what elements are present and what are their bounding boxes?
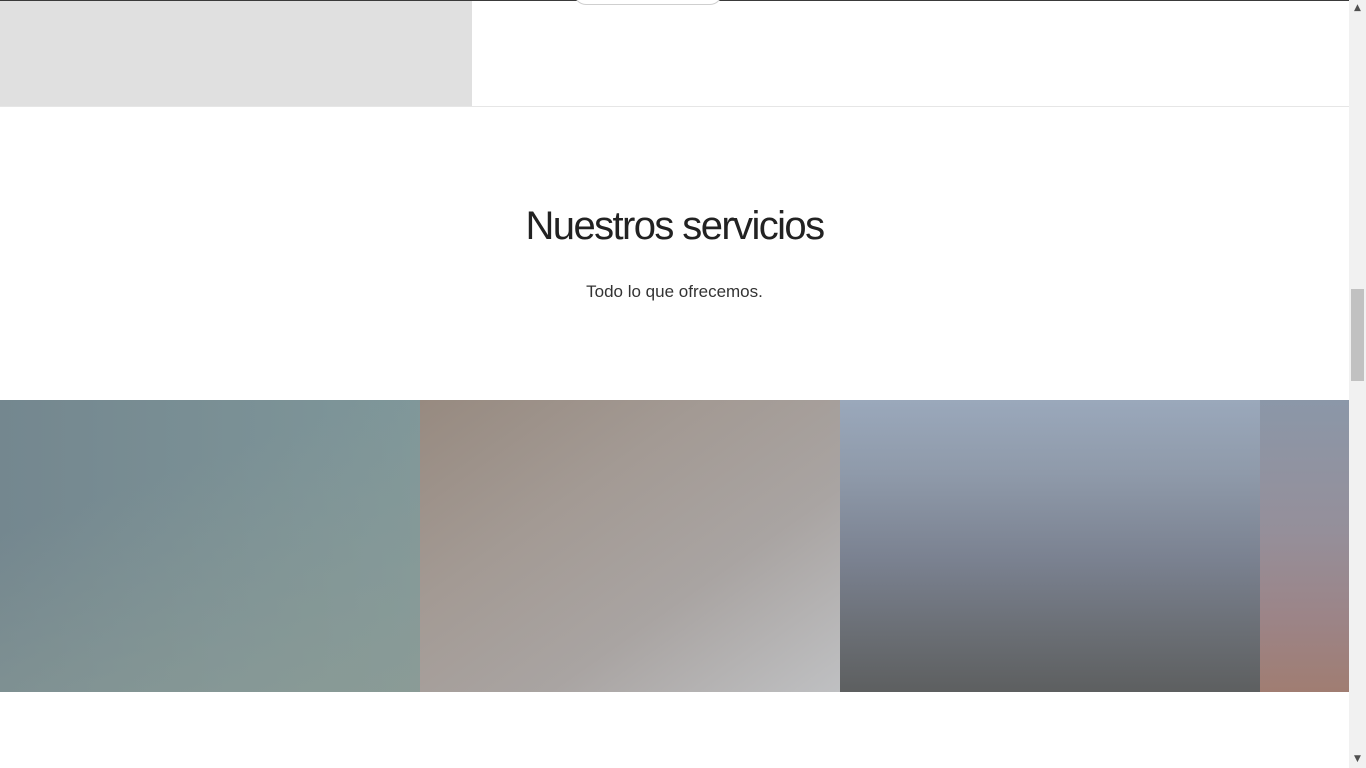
previous-section bbox=[0, 0, 1349, 107]
scrollbar-thumb[interactable] bbox=[1351, 289, 1364, 381]
service-card-image[interactable] bbox=[1260, 400, 1349, 692]
cut-off-button[interactable] bbox=[574, 0, 722, 5]
page-content: Nuestros servicios Todo lo que ofrecemos… bbox=[0, 0, 1349, 768]
service-card-image[interactable] bbox=[840, 400, 1260, 692]
scroll-down-icon[interactable]: ▼ bbox=[1349, 751, 1366, 768]
service-card-image[interactable] bbox=[0, 400, 420, 692]
services-gallery bbox=[0, 400, 1349, 692]
services-subtitle: Todo lo que ofrecemos. bbox=[586, 282, 763, 301]
browser-viewport: Nuestros servicios Todo lo que ofrecemos… bbox=[0, 0, 1366, 768]
image-placeholder bbox=[0, 1, 472, 106]
service-card-image[interactable] bbox=[420, 400, 840, 692]
vertical-scrollbar[interactable]: ▲ ▼ bbox=[1349, 0, 1366, 768]
services-heading: Nuestros servicios bbox=[525, 204, 826, 248]
scroll-up-icon[interactable]: ▲ bbox=[1349, 0, 1366, 17]
